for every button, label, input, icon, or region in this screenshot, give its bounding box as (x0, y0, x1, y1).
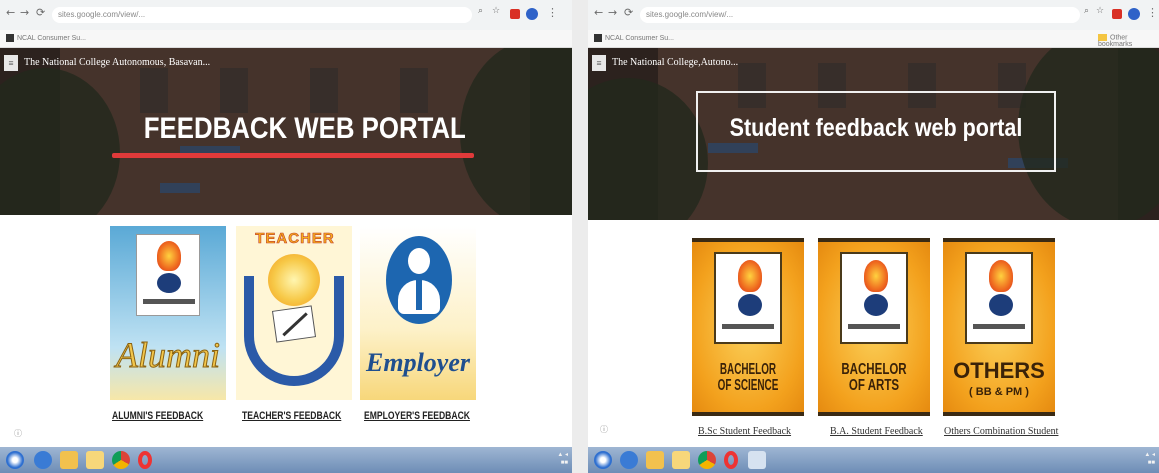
start-icon[interactable] (594, 451, 612, 469)
teacher-feedback-link[interactable]: TEACHER'S FEEDBACK (242, 410, 341, 422)
ba-image-text: BACHELOR OF ARTS (841, 361, 907, 394)
employer-image-text: Employer (366, 348, 470, 377)
bookmarks-bar: NCAL Consumer Su... Other bookmarks (588, 30, 1159, 48)
site-title: The National College,Autono... (612, 57, 739, 68)
bsc-image-text: BACHELOR OF SCIENCE (717, 361, 779, 394)
address-bar[interactable]: sites.google.com/view/... (640, 7, 1080, 23)
search-icon[interactable]: ⌕ (478, 6, 483, 16)
bookmark-item[interactable]: NCAL Consumer Su... (594, 34, 674, 42)
media-icon[interactable] (60, 451, 78, 469)
ba-card[interactable]: BACHELOR OF ARTS (818, 238, 930, 416)
profile-icon[interactable] (1128, 8, 1140, 20)
college-logo-icon: ≡ (592, 54, 606, 71)
alumni-card[interactable]: Alumni (110, 226, 226, 400)
menu-icon[interactable]: ⋮ (1147, 6, 1158, 19)
bsc-feedback-link[interactable]: B.Sc Student Feedback (698, 426, 791, 437)
others-image-text: OTHERS (953, 358, 1045, 383)
info-icon: ⓘ (600, 425, 608, 434)
site-header[interactable]: ≡ The National College,Autono... (592, 54, 738, 72)
back-icon[interactable]: ← (594, 6, 603, 19)
browser-toolbar: ← → ⟳ sites.google.com/view/... ⌕ ☆ ⋮ (0, 0, 572, 30)
reload-icon[interactable]: ⟳ (36, 6, 45, 19)
forward-icon[interactable]: → (608, 6, 617, 19)
site-header[interactable]: ≡ The National College Autonomous, Basava… (4, 54, 210, 72)
browser-toolbar: ← → ⟳ sites.google.com/view/... ⌕ ☆ ⋮ (588, 0, 1159, 30)
opera-icon[interactable] (138, 451, 152, 469)
address-text: sites.google.com/view/... (58, 10, 146, 19)
college-emblem-icon (714, 252, 782, 344)
opera-icon[interactable] (724, 451, 738, 469)
bookmark-item[interactable]: NCAL Consumer Su... (6, 34, 86, 42)
folder-icon (1098, 34, 1107, 41)
bookmark-favicon-icon (594, 34, 602, 42)
right-screenshot: ← → ⟳ sites.google.com/view/... ⌕ ☆ ⋮ NC… (588, 0, 1159, 473)
menu-icon[interactable]: ⋮ (547, 6, 558, 19)
app-icon[interactable] (748, 451, 766, 469)
employer-feedback-link[interactable]: EMPLOYER'S FEEDBACK (364, 410, 470, 422)
teacher-card[interactable]: TEACHER (236, 226, 352, 400)
ie-icon[interactable] (620, 451, 638, 469)
taskbar: ▲ ◂ ■■ (0, 447, 572, 473)
star-icon[interactable]: ☆ (1096, 6, 1104, 16)
site-title: The National College Autonomous, Basavan… (24, 57, 211, 68)
profile-icon[interactable] (526, 8, 538, 20)
folder-icon[interactable] (86, 451, 104, 469)
left-screenshot: ← → ⟳ sites.google.com/view/... ⌕ ☆ ⋮ NC… (0, 0, 572, 473)
system-tray: ▲ ◂ ■■ (557, 452, 568, 466)
others-card[interactable]: OTHERS ( BB & PM ) (943, 238, 1055, 416)
back-icon[interactable]: ← (6, 6, 15, 19)
ie-icon[interactable] (34, 451, 52, 469)
star-icon[interactable]: ☆ (492, 6, 500, 16)
extension-icon[interactable] (510, 9, 520, 19)
others-image-subtext: ( BB & PM ) (969, 386, 1029, 398)
address-text: sites.google.com/view/... (646, 10, 734, 19)
bookmarks-bar: NCAL Consumer Su... (0, 30, 572, 48)
college-emblem-icon (965, 252, 1033, 344)
college-logo-icon: ≡ (4, 54, 18, 71)
alumni-feedback-link[interactable]: ALUMNI'S FEEDBACK (112, 410, 203, 422)
address-bar[interactable]: sites.google.com/view/... (52, 7, 472, 23)
employer-card[interactable]: Employer (360, 226, 476, 400)
hero-title: FEEDBACK WEB PORTAL (143, 112, 466, 145)
title-underline (112, 153, 474, 158)
extension-icon[interactable] (1112, 9, 1122, 19)
search-icon[interactable]: ⌕ (1084, 6, 1089, 16)
employer-avatar-icon (386, 236, 452, 324)
hero-banner: ≡ The National College,Autono... Student … (588, 48, 1159, 220)
alumni-image-text: Alumni (116, 335, 221, 376)
folder-icon[interactable] (672, 451, 690, 469)
reload-icon[interactable]: ⟳ (624, 6, 633, 19)
screenshot-divider (572, 0, 588, 473)
bookmark-favicon-icon (6, 34, 14, 42)
bsc-card[interactable]: BACHELOR OF SCIENCE (692, 238, 804, 416)
chrome-icon[interactable] (698, 451, 716, 469)
hero-banner: ≡ The National College Autonomous, Basava… (0, 48, 572, 215)
ba-feedback-link[interactable]: B.A. Student Feedback (830, 426, 923, 437)
chrome-icon[interactable] (112, 451, 130, 469)
college-emblem-icon (136, 234, 200, 316)
other-bookmarks[interactable]: Other bookmarks (1098, 34, 1159, 48)
college-emblem-icon (840, 252, 908, 344)
book-pen-icon (271, 305, 317, 343)
start-icon[interactable] (6, 451, 24, 469)
teacher-image-text: TEACHER (255, 230, 335, 248)
forward-icon[interactable]: → (20, 6, 29, 19)
others-feedback-link[interactable]: Others Combination Student (944, 426, 1058, 437)
media-icon[interactable] (646, 451, 664, 469)
hero-title: Student feedback web portal (729, 114, 1023, 142)
taskbar: ▲ ◂ ■■ (588, 447, 1159, 473)
system-tray: ▲ ◂ ■■ (1144, 452, 1155, 466)
info-icon: ⓘ (14, 429, 22, 438)
